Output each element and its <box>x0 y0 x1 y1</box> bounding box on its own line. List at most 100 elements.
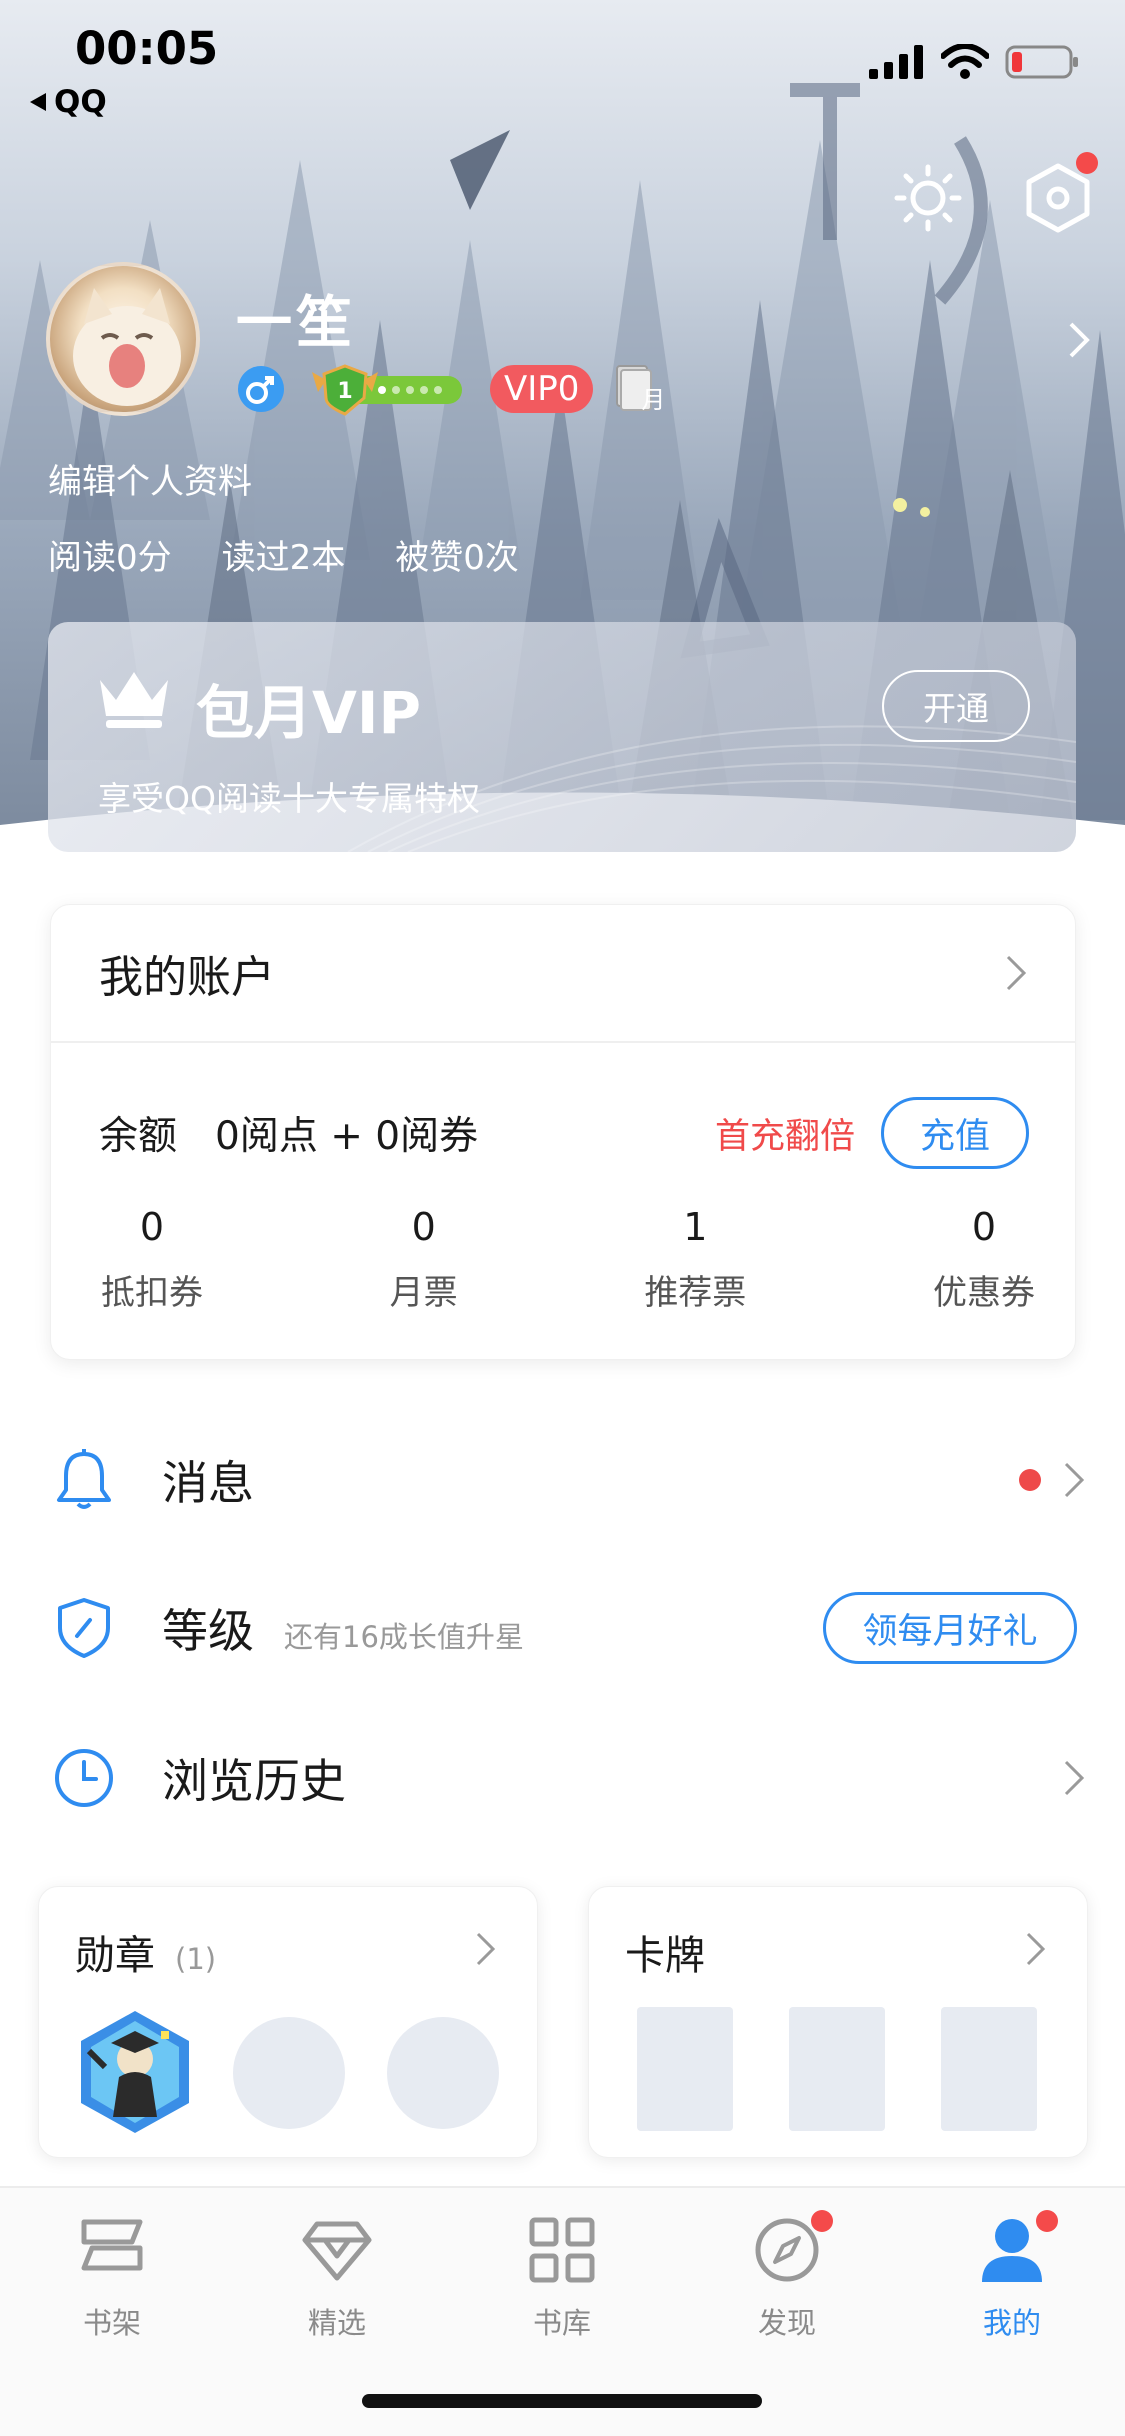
account-card: 我的账户 余额 0阅点 + 0阅券 首充翻倍 充值 0 抵扣券 0 月票 1 推… <box>50 904 1076 1360</box>
monthly-ticket-count: 0 <box>411 1205 436 1249</box>
account-item-deduction-coupon[interactable]: 0 抵扣券 <box>101 1205 203 1314</box>
cards-card[interactable]: 卡牌 <box>588 1886 1088 2158</box>
settings-icon[interactable] <box>1018 152 1098 238</box>
medals-count: (1) <box>175 1942 217 1976</box>
account-item-discount-coupon[interactable]: 0 优惠券 <box>933 1205 1035 1314</box>
messages-chevron-icon <box>1064 1462 1085 1498</box>
first-recharge-promo[interactable]: 首充翻倍 <box>715 1108 855 1159</box>
medals-chevron-icon <box>476 1932 496 1966</box>
card-placeholder <box>789 2007 885 2131</box>
vip-subtitle: 享受QQ阅读十大专属特权 <box>98 779 480 818</box>
menu-row-history[interactable]: 浏览历史 <box>0 1718 1125 1838</box>
shield-icon <box>52 1596 116 1660</box>
account-item-recommend-ticket[interactable]: 1 推荐票 <box>644 1205 746 1314</box>
status-icons <box>869 44 1079 80</box>
level-label: 等级 <box>162 1604 254 1658</box>
home-indicator[interactable] <box>362 2394 762 2408</box>
recommend-ticket-label: 推荐票 <box>644 1273 747 1313</box>
wifi-icon <box>941 44 989 79</box>
messages-notification-dot <box>1019 1469 1041 1491</box>
tab-library-label: 书库 <box>532 2306 591 2340</box>
settings-notification-dot <box>1076 152 1098 174</box>
recommend-ticket-count: 1 <box>683 1205 708 1249</box>
graduation-medal-icon[interactable] <box>75 2007 195 2137</box>
profile-header: 00:05 QQ 一笙 1 VIP0 月 编辑个人资料 阅读0分 读过2本 被赞… <box>0 0 1125 860</box>
vip-activate-button[interactable]: 开通 <box>882 670 1030 742</box>
history-label: 浏览历史 <box>162 1754 346 1808</box>
medals-title: 勋章 <box>75 1933 155 1979</box>
monthly-card-badge[interactable]: 月 <box>615 362 667 416</box>
back-triangle-icon <box>30 93 46 111</box>
avatar[interactable] <box>46 262 200 416</box>
menu-row-level[interactable]: 等级 还有16成长值升星 领每月好礼 <box>0 1568 1125 1688</box>
deduction-coupon-label: 抵扣券 <box>101 1273 203 1313</box>
account-item-monthly-ticket[interactable]: 0 月票 <box>390 1205 458 1314</box>
level-number: 1 <box>337 379 352 404</box>
medals-title-row: 勋章 (1) <box>75 1923 216 1981</box>
compass-icon <box>749 2210 833 2288</box>
tab-bookshelf[interactable]: 书架 <box>37 2212 187 2342</box>
card-placeholder <box>941 2007 1037 2131</box>
account-items: 0 抵扣券 0 月票 1 推荐票 0 优惠券 <box>51 1205 1075 1314</box>
level-badge[interactable]: 1 <box>308 362 468 416</box>
level-hint: 还有16成长值升星 <box>284 1620 524 1654</box>
medals-card[interactable]: 勋章 (1) <box>38 1886 538 2158</box>
cards-chevron-icon <box>1026 1932 1046 1966</box>
vip-level-badge[interactable]: VIP0 <box>490 365 594 413</box>
account-title: 我的账户 <box>99 952 275 1003</box>
discount-coupon-count: 0 <box>971 1205 997 1249</box>
diamond-icon <box>299 2212 375 2288</box>
tab-me[interactable]: 我的 <box>937 2210 1087 2342</box>
deduction-coupon-count: 0 <box>139 1205 165 1249</box>
discount-coupon-label: 优惠券 <box>932 1273 1035 1313</box>
monthly-badge-label: 月 <box>641 386 666 414</box>
signal-icon <box>869 45 923 79</box>
monthly-gift-button[interactable]: 领每月好礼 <box>823 1592 1077 1664</box>
menu-row-messages[interactable]: 消息 <box>0 1420 1125 1540</box>
tab-featured[interactable]: 精选 <box>262 2212 412 2342</box>
user-icon <box>974 2210 1058 2288</box>
tab-discover[interactable]: 发现 <box>712 2210 862 2342</box>
profile-chevron-icon[interactable] <box>1067 320 1091 364</box>
account-header[interactable]: 我的账户 <box>51 905 1075 1043</box>
discover-notification-dot <box>811 2210 833 2232</box>
balance-label: 余额 <box>99 1114 178 1159</box>
account-chevron-icon <box>1006 955 1027 991</box>
username: 一笙 <box>236 291 356 356</box>
tab-bookshelf-label: 书架 <box>82 2306 141 2340</box>
bell-icon <box>52 1448 116 1512</box>
vip-title: 包月VIP <box>196 679 421 747</box>
vip-subscription-card[interactable]: 包月VIP 享受QQ阅读十大专属特权 开通 <box>48 622 1076 852</box>
tab-featured-label: 精选 <box>307 2306 366 2340</box>
reading-stats: 阅读0分 读过2本 被赞0次 <box>48 530 519 579</box>
reading-score: 阅读0分 <box>48 538 172 578</box>
likes-received: 被赞0次 <box>395 538 519 578</box>
me-notification-dot <box>1036 2210 1058 2232</box>
card-placeholder <box>637 2007 733 2131</box>
medal-placeholder <box>387 2017 499 2129</box>
bookshelf-icon <box>74 2212 150 2288</box>
balance-row: 余额 0阅点 + 0阅券 首充翻倍 充值 <box>99 1093 1029 1173</box>
back-to-app[interactable]: QQ <box>28 84 107 120</box>
books-read: 读过2本 <box>221 538 346 578</box>
profile-badges: 1 VIP0 月 <box>236 362 667 416</box>
tab-library[interactable]: 书库 <box>487 2212 637 2342</box>
edit-profile-link[interactable]: 编辑个人资料 <box>48 454 252 503</box>
back-app-label: QQ <box>54 84 107 120</box>
level-shield-icon: 1 <box>312 364 462 416</box>
tab-discover-label: 发现 <box>757 2306 816 2340</box>
history-chevron-icon <box>1064 1760 1085 1796</box>
status-time: 00:05 <box>75 22 219 75</box>
medal-placeholder <box>233 2017 345 2129</box>
messages-label: 消息 <box>162 1456 254 1510</box>
recharge-button[interactable]: 充值 <box>881 1097 1029 1169</box>
male-gender-icon <box>238 366 284 412</box>
battery-icon <box>1005 45 1078 79</box>
grid-icon <box>524 2212 600 2288</box>
crown-icon <box>100 672 168 728</box>
brightness-icon[interactable] <box>888 158 968 238</box>
monthly-ticket-label: 月票 <box>389 1273 458 1313</box>
tab-me-label: 我的 <box>982 2306 1041 2340</box>
clock-icon <box>52 1746 116 1810</box>
balance-value: 0阅点 + 0阅券 <box>215 1114 479 1159</box>
